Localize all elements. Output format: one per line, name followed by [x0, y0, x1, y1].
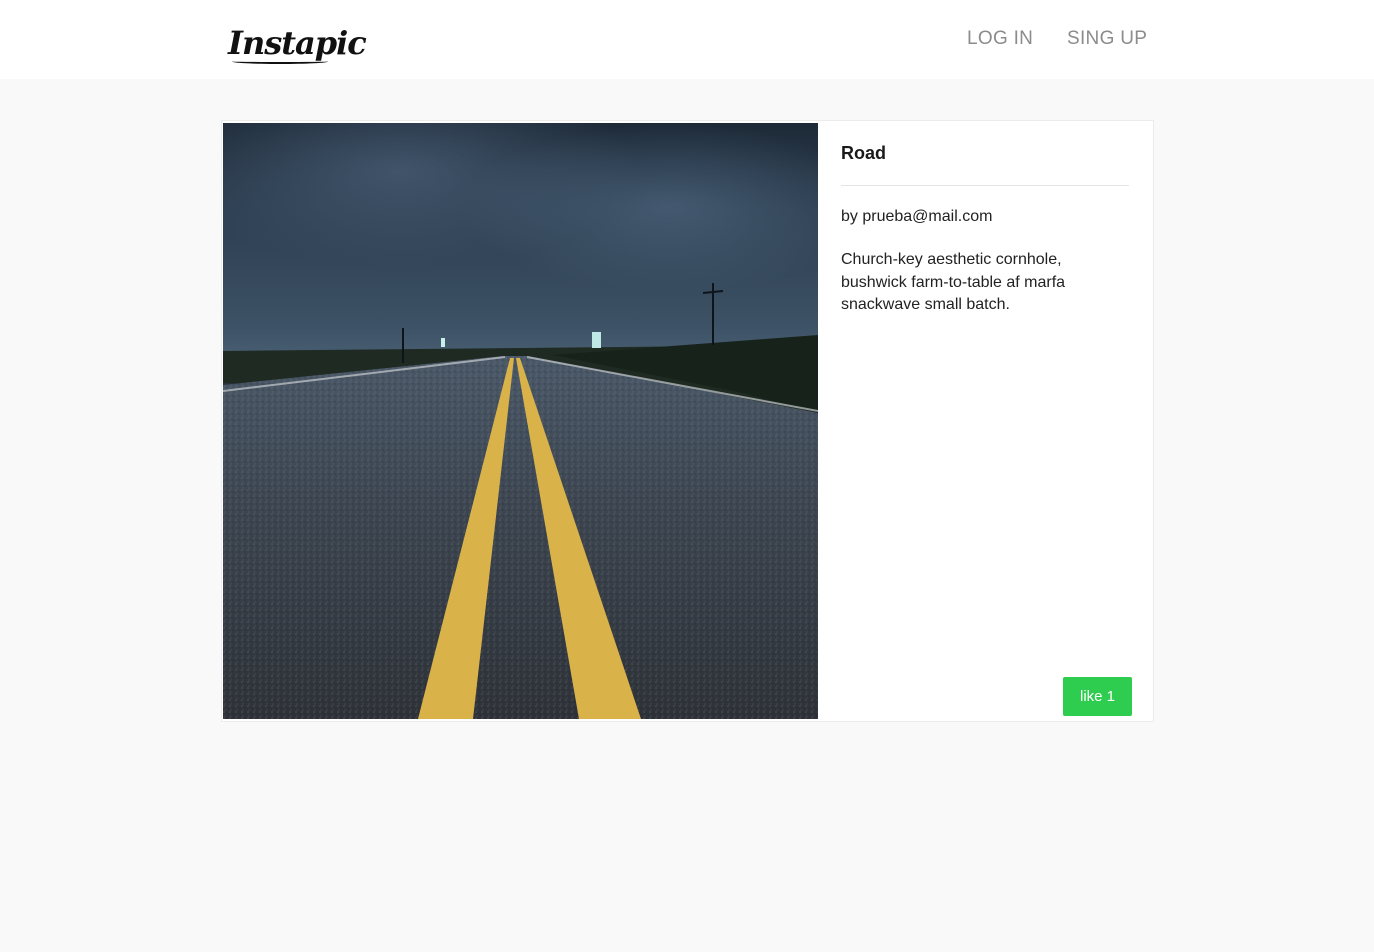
post-details: Road by prueba@mail.com Church-key aesth… [841, 121, 1129, 721]
top-navbar: Instapic LOG IN SING UP [0, 0, 1374, 79]
signup-link[interactable]: SING UP [1067, 28, 1147, 50]
post-photo [223, 123, 818, 719]
like-button[interactable]: like 1 [1063, 677, 1132, 716]
post-title: Road [841, 143, 886, 163]
post-author: by prueba@mail.com [841, 208, 993, 225]
instapic-logo[interactable]: Instapic [228, 24, 367, 64]
logo-text: Instapic [228, 24, 367, 62]
title-divider [841, 185, 1129, 186]
road-image [223, 123, 818, 719]
post-card: Road by prueba@mail.com Church-key aesth… [221, 120, 1154, 722]
logo-underline [232, 59, 328, 64]
post-description: Church-key aesthetic cornhole, bushwick … [841, 251, 1066, 313]
login-link[interactable]: LOG IN [967, 28, 1033, 50]
